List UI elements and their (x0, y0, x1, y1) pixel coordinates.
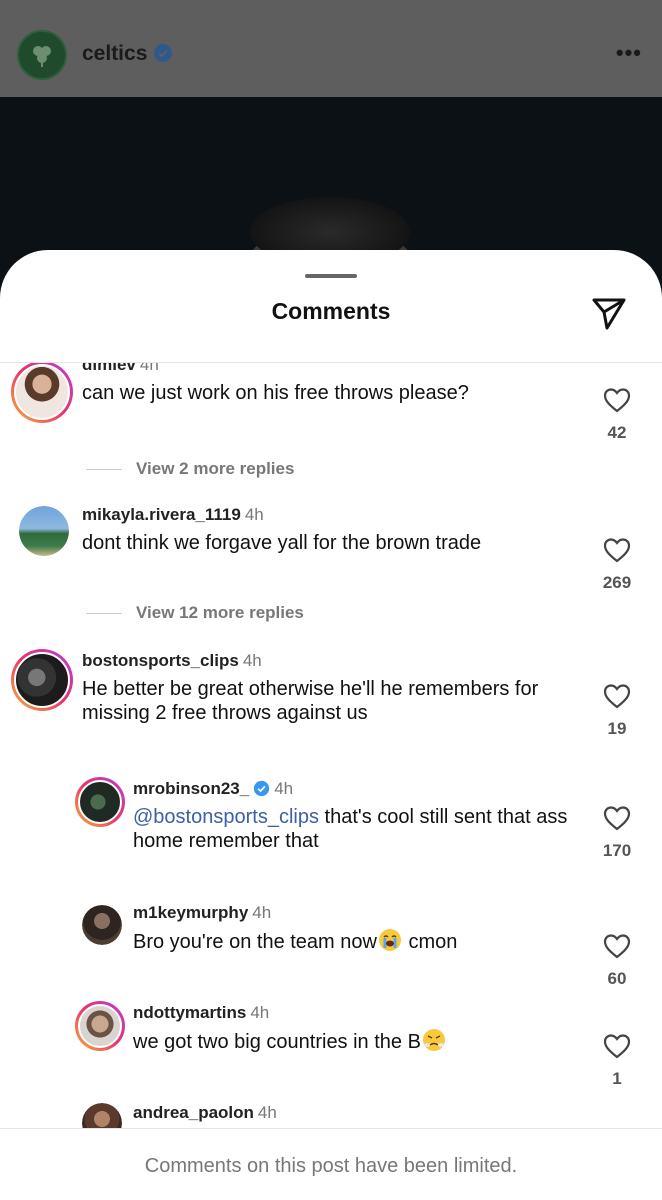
like-button[interactable]: 170 (602, 805, 632, 861)
paper-plane-icon[interactable] (590, 294, 628, 332)
clover-logo-icon (33, 46, 51, 67)
comments-limited-notice: Comments on this post have been limited. (144, 1155, 518, 1177)
avatar[interactable] (11, 363, 73, 423)
avatar[interactable] (11, 649, 73, 711)
like-button[interactable]: 1 (602, 1033, 632, 1089)
reply-item: andrea_paolon 4h (0, 1101, 662, 1128)
comment-username[interactable]: dimiev (82, 363, 136, 374)
comment-username[interactable]: ndottymartins (133, 1003, 246, 1022)
avatar[interactable] (19, 506, 69, 556)
reply-item: ndottymartins 4h we got two big countries… (0, 1001, 662, 1101)
avatar[interactable] (82, 1103, 122, 1128)
replies-line (86, 468, 122, 470)
like-count: 269 (602, 573, 632, 592)
comment-meta: mrobinson23_ 4h (133, 779, 293, 799)
avatar[interactable] (75, 1001, 125, 1051)
verified-badge-icon (154, 44, 173, 62)
like-button[interactable]: 19 (602, 683, 632, 739)
view-replies-button[interactable]: View 2 more replies (86, 459, 294, 479)
view-replies-button[interactable]: View 12 more replies (86, 603, 304, 623)
comments-footer: Comments on this post have been limited. (0, 1128, 662, 1200)
verified-badge-icon (254, 780, 270, 797)
more-options-button[interactable]: ••• (616, 40, 642, 66)
like-count: 170 (602, 841, 632, 860)
comments-list[interactable]: dimiev 4h can we just work on his free th… (0, 363, 662, 1128)
heart-outline-icon[interactable] (603, 933, 631, 959)
like-button[interactable]: 42 (602, 387, 632, 443)
comment-text: Bro you're on the team now cmon (133, 929, 458, 953)
like-count: 42 (607, 423, 627, 442)
comment-username[interactable]: mikayla.rivera_1119 (82, 505, 241, 524)
comment-item: mikayla.rivera_1119 4h dont think we forg… (0, 503, 662, 613)
face-with-steam-from-nose-icon (422, 1029, 445, 1051)
comment-time: 4h (250, 1003, 270, 1022)
heart-outline-icon[interactable] (603, 1033, 631, 1059)
comment-time: 4h (244, 505, 264, 524)
comment-username[interactable]: m1keymurphy (133, 903, 248, 922)
like-button[interactable]: 269 (602, 537, 632, 593)
comment-time: 4h (257, 1103, 277, 1122)
reply-item: m1keymurphy 4h Bro you're on the team now… (0, 901, 662, 1001)
comment-meta: mikayla.rivera_1119 4h (82, 505, 264, 525)
comment-time: 4h (274, 779, 294, 798)
comment-text: can we just work on his free throws plea… (82, 382, 469, 404)
heart-outline-icon[interactable] (603, 805, 631, 831)
heart-outline-icon[interactable] (603, 683, 631, 709)
comment-username[interactable]: andrea_paolon (133, 1103, 254, 1122)
heart-outline-icon[interactable] (603, 387, 631, 413)
comment-text: @bostonsports_clips that's cool still se… (133, 805, 583, 853)
comment-text: He better be great otherwise he'll he re… (82, 678, 539, 724)
comment-time: 4h (252, 903, 272, 922)
comment-username[interactable]: mrobinson23_ (133, 779, 249, 798)
comment-time: 4h (139, 363, 159, 374)
avatar[interactable] (75, 777, 125, 827)
comment-meta: bostonsports_clips 4h (82, 651, 262, 671)
avatar[interactable] (82, 905, 122, 945)
sheet-drag-handle[interactable] (305, 274, 357, 278)
comment-meta: andrea_paolon 4h (133, 1103, 277, 1123)
reply-item: mrobinson23_ 4h @bostonsports_clips that'… (0, 777, 662, 887)
post-username[interactable]: celtics (82, 42, 173, 66)
like-count: 19 (607, 719, 627, 738)
replies-line (86, 612, 122, 614)
sheet-title: Comments (271, 298, 391, 324)
comment-text: we got two big countries in the B (133, 1029, 583, 1054)
comment-username[interactable]: bostonsports_clips (82, 651, 239, 670)
loudly-crying-face-icon (378, 929, 401, 951)
comment-time: 4h (242, 651, 262, 670)
comment-item: dimiev 4h can we just work on his free th… (0, 363, 662, 473)
like-count: 60 (607, 969, 627, 988)
comment-meta: ndottymartins 4h (133, 1003, 269, 1023)
like-count: 1 (612, 1069, 622, 1088)
comment-text: dont think we forgave yall for the brown… (82, 532, 482, 554)
mention-link[interactable]: @bostonsports_clips (133, 806, 319, 828)
comment-meta: dimiev 4h (82, 363, 159, 375)
comments-sheet: Comments dimiev 4h can we just work on hi… (0, 250, 662, 1200)
celtics-avatar[interactable] (17, 30, 67, 80)
post-header: celtics ••• (0, 0, 662, 97)
like-button[interactable]: 60 (602, 933, 632, 989)
comment-meta: m1keymurphy 4h (133, 903, 271, 923)
heart-outline-icon[interactable] (603, 537, 631, 563)
comment-item: bostonsports_clips 4h He better be great … (0, 649, 662, 769)
